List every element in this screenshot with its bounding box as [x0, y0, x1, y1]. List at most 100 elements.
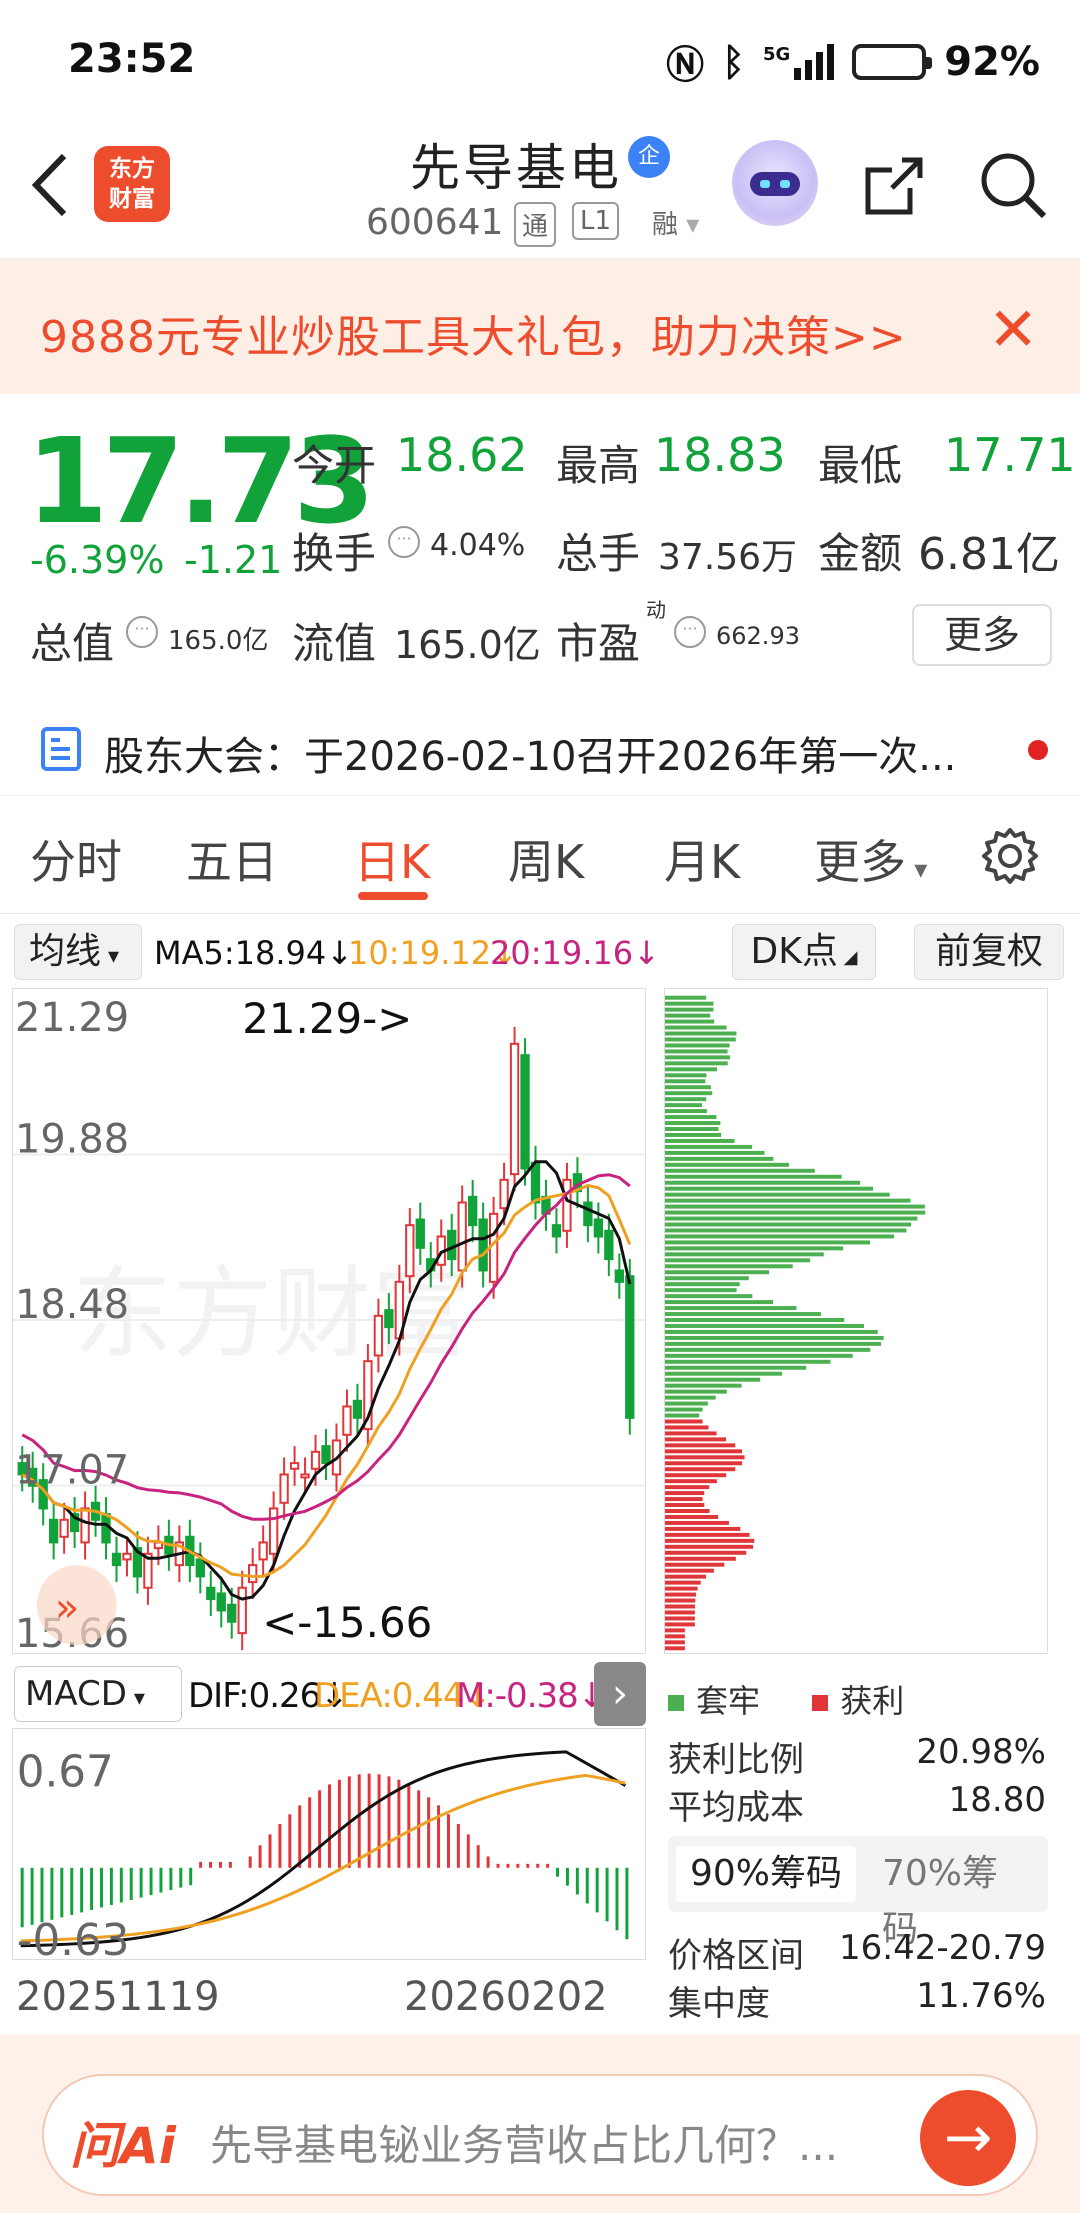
promo-banner[interactable]: 9888元专业炒股工具大礼包，助力决策>> ✕: [0, 258, 1080, 394]
y-label-3: 18.48: [15, 1282, 129, 1328]
chip-bar: [665, 1085, 711, 1090]
chip-legend: 套牢 获利: [668, 1676, 904, 1722]
avg-cost-label: 平均成本: [668, 1788, 804, 1828]
chip-bar: [665, 1294, 753, 1299]
info-icon[interactable]: ···: [674, 616, 706, 648]
price-range-label: 价格区间: [668, 1936, 804, 1976]
ask-ai-logo: 问Ai: [70, 2117, 176, 2175]
notice-text[interactable]: 股东大会：于2026-02-10召开2026年第一次...: [104, 724, 956, 782]
more-quote-button[interactable]: 更多: [912, 604, 1052, 666]
chip-bar: [665, 1503, 705, 1508]
chip-bar: [665, 1055, 731, 1060]
macd-indicator-row: MACD ▾ DIF:0.26↓ DEA:0.44↓ M:-0.38↓ ›: [0, 1662, 650, 1726]
status-time: 23:52: [68, 36, 196, 82]
tab-intraday[interactable]: 分时: [30, 826, 122, 892]
back-button[interactable]: [28, 150, 78, 220]
signal-icon: 5G: [763, 43, 835, 80]
chip-bar: [665, 1556, 736, 1561]
chip-bar: [665, 1318, 845, 1322]
macd-bar: [328, 1784, 331, 1868]
chip-bar: [665, 1574, 706, 1579]
candle: [69, 1497, 80, 1549]
tab-weekly-k[interactable]: 周K: [508, 826, 584, 892]
chip-bar: [665, 1634, 685, 1639]
chip-bar: [665, 1389, 727, 1394]
search-icon[interactable]: [978, 150, 1048, 220]
macd-bar: [526, 1863, 530, 1868]
ask-ai-bar: 问Ai 先导基电铋业务营收占比几何？... →: [0, 2034, 1080, 2213]
macd-y-top: 0.67: [17, 1748, 114, 1798]
margin-tag[interactable]: 融 ▾: [646, 202, 705, 243]
macd-bar: [60, 1867, 64, 1918]
chip-bar: [665, 1198, 911, 1203]
info-icon[interactable]: ···: [388, 526, 420, 558]
y-label-4: 17.07: [15, 1447, 129, 1493]
candle: [625, 1259, 635, 1435]
candle: [551, 1208, 562, 1254]
macd-select[interactable]: MACD ▾: [14, 1666, 182, 1722]
chip-bar: [665, 1562, 725, 1567]
high-value: 18.83: [654, 428, 786, 482]
chip-bar: [665, 1520, 729, 1525]
svg-text:»: »: [55, 1585, 79, 1631]
chip-bar: [665, 1628, 685, 1633]
date-start: 20251119: [16, 1974, 220, 2020]
tab-chip-70[interactable]: 70%筹码: [868, 1846, 1048, 1950]
ma10-line: [21, 1183, 632, 1578]
ask-ai-input[interactable]: 问Ai 先导基电铋业务营收占比几何？... →: [42, 2074, 1038, 2196]
kline-chart[interactable]: 东方财富 21.29 19.88 18.48 17.07 15.66 21.29…: [12, 988, 646, 1654]
macd-bar: [40, 1867, 44, 1923]
macd-bar: [99, 1867, 103, 1908]
chip-bar: [665, 1288, 737, 1293]
tab-chip-90[interactable]: 90%筹码: [676, 1846, 857, 1902]
chip-bar: [665, 1312, 821, 1317]
chip-bar: [665, 1646, 685, 1651]
ask-ai-placeholder[interactable]: 先导基电铋业务营收占比几何？...: [210, 2112, 838, 2173]
tab-monthly-k[interactable]: 月K: [664, 826, 740, 892]
active-tab-indicator: [358, 892, 428, 900]
chevron-right-icon[interactable]: ›: [594, 1662, 646, 1726]
chip-bar: [665, 1186, 874, 1191]
macd-bar: [595, 1867, 599, 1913]
info-icon[interactable]: ···: [126, 616, 158, 648]
close-icon[interactable]: ✕: [988, 295, 1038, 365]
macd-bar: [546, 1863, 550, 1868]
arrow-right-icon[interactable]: →: [920, 2090, 1016, 2186]
candle: [206, 1570, 216, 1617]
tab-five-day[interactable]: 五日: [186, 826, 278, 892]
share-icon[interactable]: [862, 154, 926, 218]
document-icon: [41, 727, 81, 771]
chip-bar: [665, 1192, 890, 1197]
battery-percent: 92%: [944, 38, 1040, 85]
chip-bar: [665, 1013, 711, 1018]
macd-chart[interactable]: 0.67 -0.63: [12, 1728, 646, 1960]
app-logo[interactable]: 东方 财富: [94, 146, 170, 222]
macd-bar: [288, 1814, 292, 1868]
enterprise-badge: 企: [628, 136, 670, 178]
tab-more[interactable]: 更多 ▾: [814, 826, 927, 892]
macd-bar: [536, 1863, 540, 1868]
chip-bar: [665, 1138, 735, 1143]
adjust-button[interactable]: 前复权: [914, 924, 1064, 980]
chip-bar: [665, 1300, 774, 1305]
chip-bar: [665, 1514, 719, 1519]
stock-code: 600641: [366, 202, 504, 243]
chip-bar: [665, 1073, 707, 1078]
macd-bar: [625, 1867, 629, 1940]
gear-icon[interactable]: [980, 826, 1040, 886]
chip-bar: [665, 1544, 754, 1549]
macd-bar: [516, 1863, 520, 1868]
chip-bar: [665, 1097, 707, 1102]
open-value: 18.62: [396, 428, 528, 482]
ma-select[interactable]: 均线 ▾: [14, 924, 142, 980]
macd-bar: [456, 1824, 460, 1868]
chip-bar: [665, 1407, 703, 1412]
turnover-label: 换手: [292, 529, 377, 578]
tab-daily-k[interactable]: 日K: [354, 826, 430, 892]
chip-bar: [665, 1443, 736, 1448]
dk-point-button[interactable]: DK点 ◢: [732, 924, 876, 980]
notice-bar[interactable]: 股东大会：于2026-02-10召开2026年第一次...: [0, 700, 1080, 796]
promo-text[interactable]: 9888元专业炒股工具大礼包，助力决策>>: [40, 301, 907, 365]
ai-assistant-avatar[interactable]: [732, 140, 818, 226]
macd-bar: [466, 1834, 470, 1868]
